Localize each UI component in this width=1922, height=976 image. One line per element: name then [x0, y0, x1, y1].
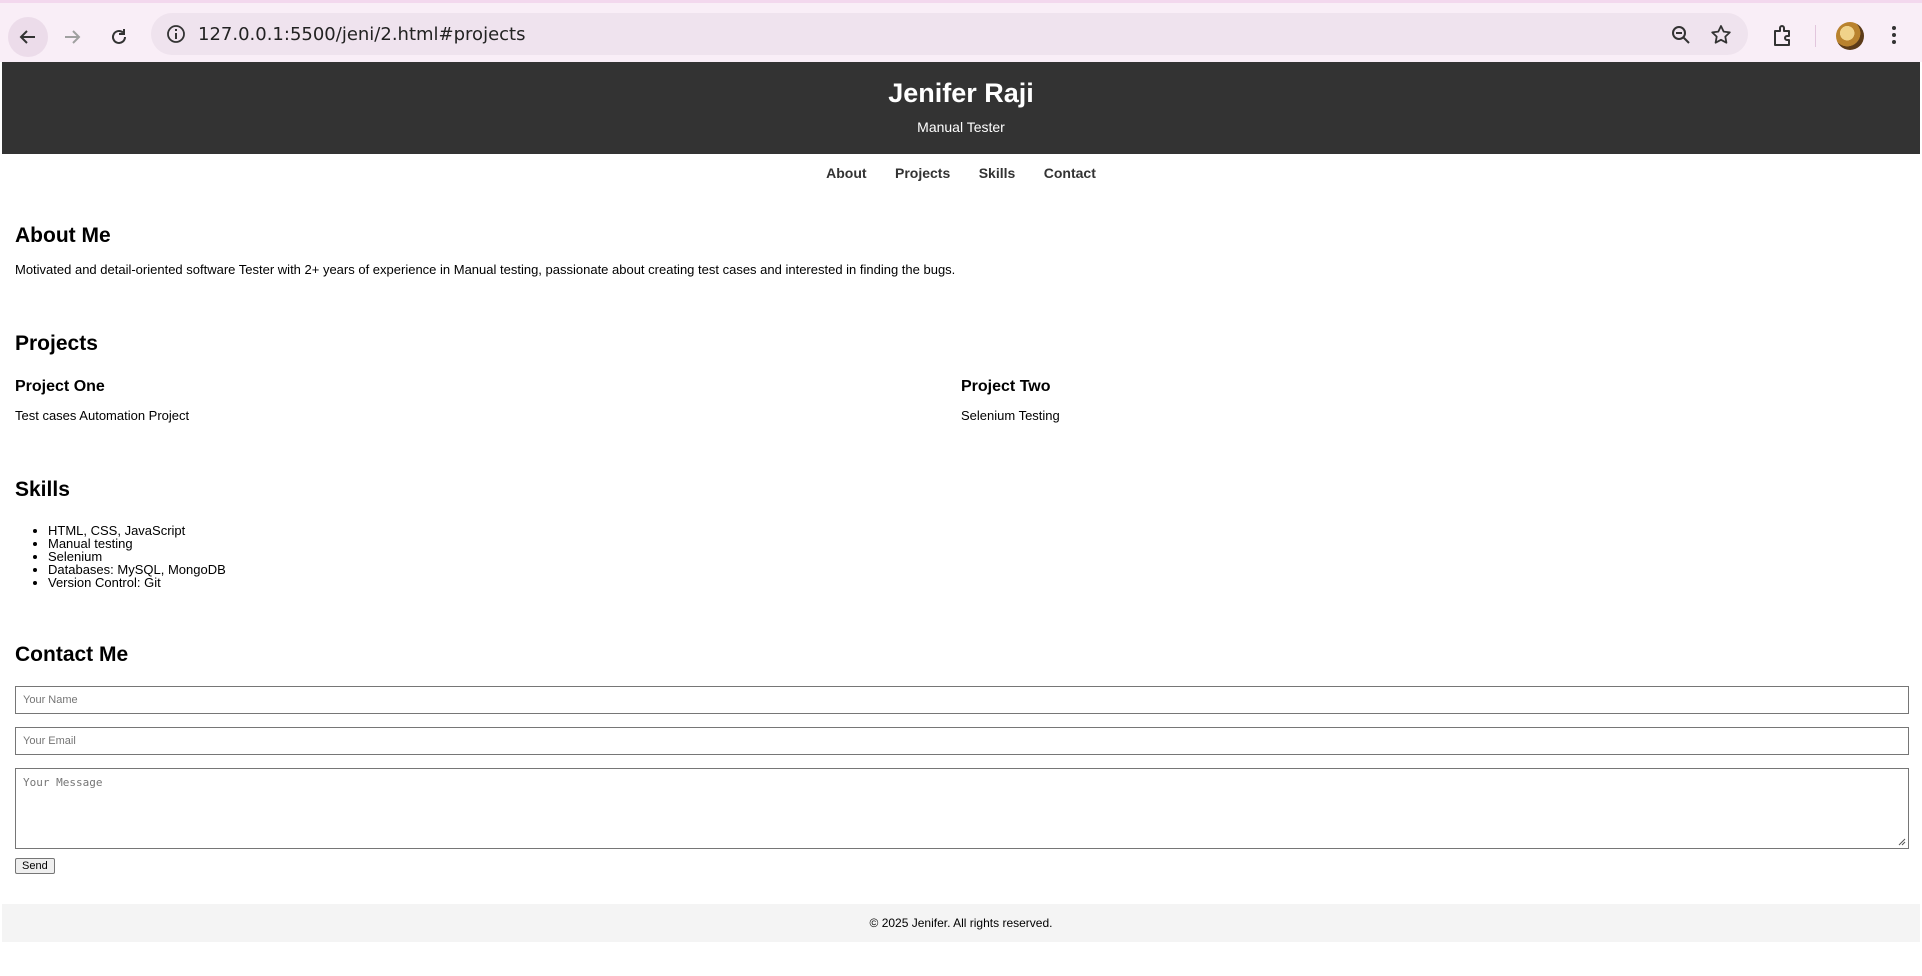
skill-item: Version Control: Git [48, 576, 1907, 589]
name-placeholder: Your Name [23, 694, 78, 706]
skill-item: HTML, CSS, JavaScript [48, 524, 1907, 537]
address-bar[interactable]: 127.0.0.1:5500/jeni/2.html#projects [151, 13, 1748, 55]
site-footer: © 2025 Jenifer. All rights reserved. [2, 904, 1920, 942]
extensions-icon[interactable] [1770, 22, 1796, 48]
contact-heading: Contact Me [15, 643, 129, 666]
back-button[interactable] [8, 17, 48, 57]
site-header: Jenifer Raji Manual Tester [2, 62, 1920, 154]
nav-link-contact[interactable]: Contact [1044, 165, 1096, 181]
url-text[interactable]: 127.0.0.1:5500/jeni/2.html#projects [198, 24, 525, 45]
arrow-left-icon [19, 30, 35, 44]
about-text: Motivated and detail-oriented software T… [15, 262, 956, 277]
send-button[interactable]: Send [15, 858, 55, 874]
bookmark-star-icon[interactable] [1709, 23, 1733, 47]
footer-text: © 2025 Jenifer. All rights reserved. [869, 916, 1053, 930]
toolbar-divider [1815, 25, 1816, 47]
site-subtitle: Manual Tester [917, 119, 1005, 135]
name-input[interactable]: Your Name [15, 686, 1909, 714]
about-heading: About Me [15, 224, 111, 247]
email-placeholder: Your Email [23, 735, 76, 747]
skill-item: Manual testing [48, 537, 1907, 550]
skill-item: Databases: MySQL, MongoDB [48, 563, 1907, 576]
nav-link-projects[interactable]: Projects [895, 165, 950, 181]
skills-list: HTML, CSS, JavaScript Manual testing Sel… [15, 524, 1907, 589]
skills-section: Skills HTML, CSS, JavaScript Manual test… [2, 424, 1920, 589]
reload-icon [112, 29, 126, 44]
browser-toolbar: 127.0.0.1:5500/jeni/2.html#projects [0, 0, 1922, 62]
projects-grid: Project One Test cases Automation Projec… [15, 377, 1907, 424]
project-card: Project One Test cases Automation Projec… [15, 377, 961, 424]
project-card: Project Two Selenium Testing [961, 377, 1907, 424]
project-description: Test cases Automation Project [15, 408, 190, 423]
reload-button[interactable] [99, 17, 139, 57]
projects-section: Projects Project One Test cases Automati… [2, 278, 1920, 424]
site-nav: About Projects Skills Contact [2, 154, 1920, 194]
about-section: About Me Motivated and detail-oriented s… [2, 194, 1920, 278]
project-title: Project Two [961, 378, 1051, 395]
zoom-icon[interactable] [1669, 23, 1693, 47]
forward-button[interactable] [52, 17, 92, 57]
profile-avatar[interactable] [1836, 22, 1864, 50]
message-textarea[interactable]: Your Message [15, 768, 1909, 849]
nav-link-skills[interactable]: Skills [979, 165, 1016, 181]
skills-heading: Skills [15, 478, 70, 501]
site-title: Jenifer Raji [888, 78, 1034, 108]
message-placeholder: Your Message [23, 776, 103, 789]
skill-item: Selenium [48, 550, 1907, 563]
email-input[interactable]: Your Email [15, 727, 1909, 755]
arrow-right-icon [65, 30, 81, 44]
project-title: Project One [15, 378, 105, 395]
more-menu-icon[interactable] [1881, 22, 1907, 48]
page-content: Jenifer Raji Manual Tester About Project… [2, 62, 1920, 976]
contact-section: Contact Me Your Name Your Email Your Mes… [2, 589, 1920, 874]
projects-heading: Projects [15, 332, 98, 355]
resize-handle-icon[interactable] [1897, 837, 1906, 846]
info-icon[interactable] [165, 23, 187, 45]
nav-link-about[interactable]: About [826, 165, 866, 181]
project-description: Selenium Testing [961, 408, 1060, 423]
